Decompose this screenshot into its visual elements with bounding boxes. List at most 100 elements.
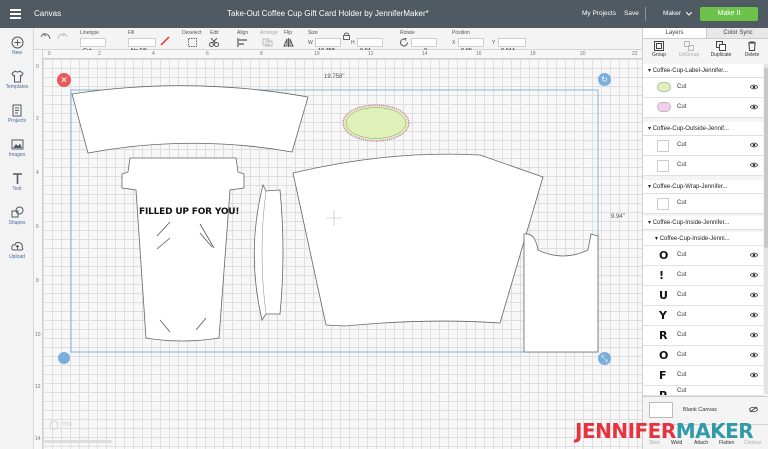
hide-eye-icon[interactable]	[749, 406, 758, 413]
sidebar-label-new: New	[11, 50, 22, 56]
group-icon	[654, 41, 664, 51]
sidebar-item-shapes[interactable]: Shapes	[0, 206, 34, 226]
eye-icon[interactable]	[750, 312, 758, 318]
zoom-out-icon	[49, 420, 59, 430]
deselect-icon[interactable]	[188, 38, 197, 47]
eye-icon[interactable]	[750, 332, 758, 338]
delete-button[interactable]: Delete	[737, 39, 767, 61]
align-icon[interactable]	[237, 38, 249, 47]
eye-icon[interactable]	[750, 272, 758, 278]
layer-row[interactable]: Cut	[643, 98, 763, 118]
horizontal-scrollbar	[44, 440, 112, 443]
hamburger-menu-icon[interactable]	[10, 9, 21, 19]
layer-swatch	[657, 198, 669, 210]
label-oval-inner	[345, 107, 407, 139]
eye-icon[interactable]	[750, 252, 758, 258]
layer-row[interactable]: Cut	[643, 156, 763, 176]
height-label: H	[351, 40, 355, 46]
color-picker-icon[interactable]	[160, 36, 170, 46]
letter-layer-row[interactable]: P Cut	[643, 386, 763, 396]
sidebar-item-upload[interactable]: Upload	[0, 240, 34, 260]
lock-handle-icon[interactable]	[58, 352, 70, 364]
letter-layer-row[interactable]: R Cut	[643, 326, 763, 346]
sidebar-item-text[interactable]: Text	[0, 172, 34, 192]
letter-thumbnail: !	[659, 269, 665, 282]
redo-icon[interactable]	[56, 32, 68, 41]
sidebar-label-text: Text	[12, 186, 22, 192]
tab-layers[interactable]: Layers	[643, 28, 706, 39]
text-icon	[12, 173, 22, 184]
layer-group-label[interactable]: ▾ Coffee-Cup-Inside-Jennifer...	[643, 216, 763, 230]
rotate-handle-icon[interactable]: ↻	[598, 73, 611, 86]
make-it-button[interactable]: Make It	[700, 7, 758, 21]
eye-icon[interactable]	[750, 372, 758, 378]
align-label: Align	[237, 30, 249, 36]
rotate-input[interactable]: 0	[411, 38, 437, 54]
machine-select[interactable]: Maker	[663, 0, 681, 28]
ungroup-button[interactable]: UnGroup	[674, 39, 704, 61]
edit-label: Edit	[210, 30, 219, 36]
layer-row[interactable]: Cut	[643, 78, 763, 98]
eye-icon[interactable]	[750, 292, 758, 298]
letter-layer-row[interactable]: O Cut	[643, 246, 763, 266]
height-readout: 9.94"	[611, 214, 625, 220]
eye-icon[interactable]	[750, 84, 758, 90]
arrange-icon[interactable]	[262, 38, 274, 47]
layer-group-label[interactable]: ▾ Coffee-Cup-Outside-Jennif...	[643, 122, 763, 136]
letter-layer-row[interactable]: U Cut	[643, 286, 763, 306]
sidebar-label-images: Images	[8, 152, 26, 158]
letter-thumbnail: F	[659, 369, 667, 382]
sidebar-item-templates[interactable]: Templates	[0, 70, 34, 90]
resize-handle-icon[interactable]: ⤡	[598, 352, 611, 365]
letter-thumbnail: O	[659, 349, 669, 362]
letter-layer-row[interactable]: O Cut	[643, 346, 763, 366]
position-label: Position	[452, 30, 470, 36]
y-position-input[interactable]: 0.944	[498, 38, 526, 54]
eye-icon[interactable]	[750, 104, 758, 110]
sidebar-item-new[interactable]: New	[0, 36, 34, 56]
chevron-down-icon[interactable]	[686, 12, 692, 16]
width-input[interactable]: 19.758	[315, 38, 341, 54]
cup-body	[121, 157, 245, 342]
scissors-icon[interactable]	[209, 38, 221, 47]
eye-icon[interactable]	[750, 142, 758, 148]
document-title: Take-Out Coffee Cup Gift Card Holder by …	[227, 9, 429, 18]
cup-text: FILLED UP FOR YOU!	[139, 207, 240, 217]
undo-icon[interactable]	[40, 32, 52, 41]
eye-icon[interactable]	[750, 352, 758, 358]
letter-layer-row[interactable]: ! Cut	[643, 266, 763, 286]
lock-icon[interactable]	[343, 32, 350, 40]
x-position-input[interactable]: 0.99	[458, 38, 484, 54]
layer-group-label[interactable]: ▾ Coffee-Cup-Label-Jennifer...	[643, 64, 763, 78]
letter-thumbnail: O	[659, 249, 669, 262]
image-icon	[11, 139, 23, 150]
sidebar-item-projects[interactable]: Projects	[0, 104, 34, 124]
brand-part-2: MAKER	[675, 419, 754, 443]
linetype-select[interactable]: Cut	[80, 38, 106, 54]
letter-layer-row[interactable]: F Cut	[643, 366, 763, 386]
layer-row[interactable]: Cut	[643, 136, 763, 156]
layer-swatch-pink	[657, 102, 671, 112]
flip-icon[interactable]	[283, 38, 295, 47]
save-button[interactable]: Save	[624, 0, 639, 28]
fill-label: Fill	[128, 30, 135, 36]
group-button[interactable]: Group	[644, 39, 674, 61]
letter-thumbnail: Y	[659, 309, 667, 322]
upload-icon	[10, 241, 23, 251]
sidebar-item-images[interactable]: Images	[0, 138, 34, 158]
letter-layer-row[interactable]: Y Cut	[643, 306, 763, 326]
eye-icon[interactable]	[750, 162, 758, 168]
height-input[interactable]: 9.94	[357, 38, 383, 54]
layer-row[interactable]: Cut	[643, 194, 763, 214]
trash-icon	[748, 41, 756, 51]
delete-handle-icon[interactable]: ✕	[57, 73, 71, 87]
fill-select[interactable]: No Fill	[128, 38, 156, 54]
layers-scrollbar-thumb[interactable]	[764, 68, 768, 248]
my-projects-link[interactable]: My Projects	[582, 0, 616, 28]
duplicate-button[interactable]: Duplicate	[706, 39, 736, 61]
layer-group-label[interactable]: ▾ Coffee-Cup-Wrap-Jennifer...	[643, 180, 763, 194]
design-artwork[interactable]	[34, 50, 642, 449]
tab-color-sync[interactable]: Color Sync	[706, 28, 768, 39]
layer-subgroup-label[interactable]: ▾ Coffee-Cup-Inside-Jenni...	[643, 232, 763, 246]
zoom-level: 75%	[62, 422, 73, 428]
